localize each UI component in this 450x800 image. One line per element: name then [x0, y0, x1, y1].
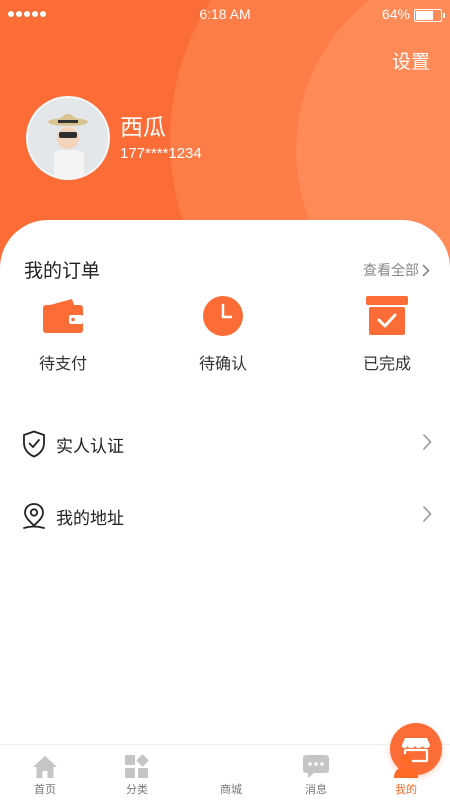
tab-home[interactable]: 首页: [0, 745, 90, 800]
status-bar: 6:18 AM 64%: [0, 0, 450, 30]
user-icon: [394, 754, 418, 778]
box-check-icon: [366, 296, 408, 335]
tab-mall[interactable]: 商城: [186, 723, 442, 800]
tab-category[interactable]: 分类: [92, 745, 182, 800]
tab-mine[interactable]: 我的: [361, 745, 450, 800]
menu-item-label: 我的地址: [56, 509, 124, 529]
order-status-pending-confirm[interactable]: 待确认: [173, 294, 273, 374]
shield-check-icon: [23, 430, 45, 458]
message-icon: [303, 755, 329, 778]
tab-label: 我的: [395, 783, 417, 796]
menu-item-label: 实人认证: [56, 437, 124, 457]
location-pin-icon: [23, 503, 45, 529]
menu-item-identity-verification[interactable]: 实人认证: [0, 414, 450, 474]
order-status-completed[interactable]: 已完成: [337, 294, 437, 374]
user-phone: 177****1234: [120, 145, 202, 162]
view-all-orders-link[interactable]: 查看全部: [363, 260, 430, 280]
content-card: 我的订单 查看全部 待支付 待确认 已完成 实人认证 我的地址: [0, 220, 450, 760]
order-status-label: 待确认: [198, 354, 247, 373]
order-status-pending-payment[interactable]: 待支付: [13, 294, 113, 374]
tab-label: 分类: [126, 783, 148, 796]
avatar[interactable]: [26, 96, 110, 180]
settings-button[interactable]: 设置: [392, 47, 430, 74]
order-status-label: 待支付: [38, 354, 87, 373]
chevron-right-icon: [422, 433, 432, 451]
tab-label: 消息: [305, 783, 327, 796]
tab-label: 商城: [220, 783, 242, 796]
battery-icon: [414, 9, 445, 22]
orders-title: 我的订单: [24, 260, 101, 282]
user-name: 西瓜: [120, 115, 166, 141]
tab-messages[interactable]: 消息: [271, 745, 361, 800]
tab-label: 首页: [34, 783, 56, 796]
view-all-label: 查看全部: [363, 263, 419, 279]
bottom-tab-bar: 首页 分类 商城 消息 我的: [0, 723, 450, 800]
wallet-icon: [43, 299, 83, 333]
battery-percentage: 64%: [381, 6, 410, 22]
category-icon: [125, 754, 149, 778]
home-icon: [33, 756, 57, 778]
chevron-right-icon: [422, 505, 432, 523]
clock-icon: [203, 296, 243, 336]
chevron-right-icon: [422, 263, 430, 277]
menu-item-my-address[interactable]: 我的地址: [0, 486, 450, 546]
order-status-label: 已完成: [362, 354, 411, 373]
